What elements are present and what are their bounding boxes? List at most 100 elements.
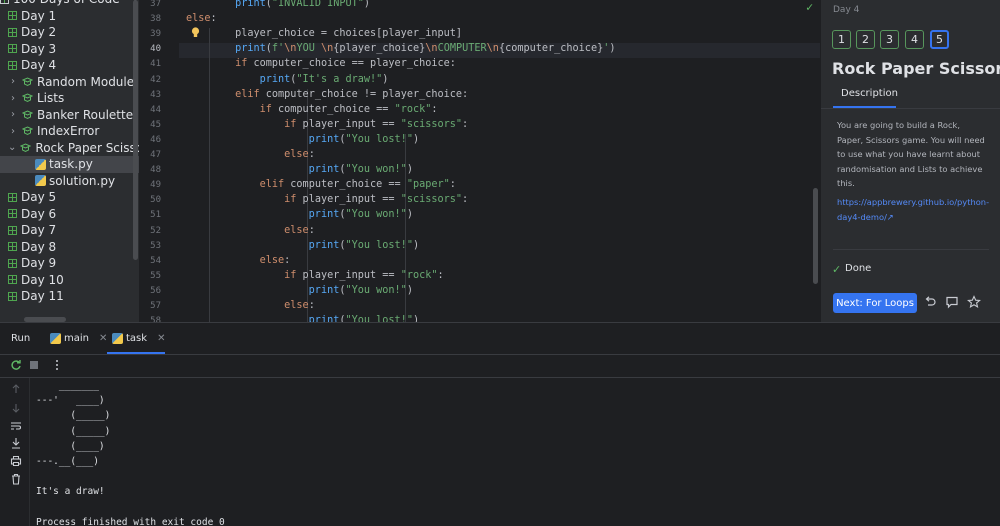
code-line[interactable]: else:	[186, 13, 217, 24]
scroll-to-end-icon[interactable]	[10, 437, 22, 449]
code-token: :	[284, 254, 291, 266]
tree-item[interactable]: › Lists	[0, 90, 139, 107]
code-line[interactable]: if player_input == "rock":	[186, 270, 444, 281]
chevron-right-icon[interactable]: ›	[8, 76, 18, 87]
tree-item[interactable]: Day 8	[0, 239, 139, 256]
code-line[interactable]: if player_input == "scissors":	[186, 194, 468, 205]
code-token: YOU	[296, 43, 321, 55]
tree-item[interactable]: Day 1	[0, 8, 139, 25]
trash-icon[interactable]	[10, 473, 22, 485]
step-4-button[interactable]: 4	[905, 30, 924, 49]
tree-item[interactable]: ⌄ Rock Paper Scissors	[0, 140, 139, 157]
code-token: "You won!"	[345, 164, 407, 176]
code-token: )	[412, 315, 420, 322]
tree-scrollbar[interactable]	[133, 0, 138, 260]
code-line[interactable]: player_choice = choices[player_input]	[186, 28, 462, 39]
close-icon[interactable]: ✕	[157, 333, 165, 344]
next-task-button[interactable]: Next: For Loops	[833, 293, 917, 313]
code-line[interactable]: print("You lost!")	[186, 134, 419, 145]
close-icon[interactable]: ✕	[99, 333, 107, 344]
chevron-right-icon[interactable]: ›	[8, 109, 18, 120]
code-line[interactable]: print("It's a draw!")	[186, 74, 389, 85]
code-token: )	[406, 164, 413, 176]
code-token: "You won!"	[345, 284, 407, 296]
code-token: computer_choice ==	[284, 179, 407, 191]
python-file-icon	[35, 175, 46, 187]
code-editor[interactable]: ✓ 37 print("INVALID INPUT") 38 else: 39 pla…	[139, 0, 820, 322]
chevron-right-icon[interactable]: ›	[8, 126, 18, 137]
stop-icon[interactable]	[28, 359, 40, 371]
tree-item[interactable]: solution.py	[0, 173, 139, 190]
step-3-button[interactable]: 3	[880, 30, 899, 49]
code-token: :	[308, 224, 315, 236]
run-tab-task[interactable]: task ✕	[112, 333, 165, 344]
tree-item[interactable]: Day 4	[0, 57, 139, 74]
soft-wrap-icon[interactable]	[10, 420, 22, 432]
print-icon[interactable]	[10, 455, 22, 467]
tree-item[interactable]: Day 5	[0, 189, 139, 206]
tree-item[interactable]: Day 7	[0, 222, 139, 239]
code-line[interactable]: else:	[186, 149, 315, 160]
tree-root[interactable]: 100 Days of Code - The Comp	[0, 0, 139, 8]
code-line[interactable]: print("You won!")	[186, 285, 413, 296]
code-line[interactable]: print("You won!")	[186, 164, 413, 175]
editor-scrollbar[interactable]	[813, 188, 818, 284]
code-line[interactable]: print(f'\nYOU \n{player_choice}\nCOMPUTE…	[186, 43, 616, 55]
tree-item[interactable]: › IndexError	[0, 123, 139, 140]
code-token: if	[284, 118, 297, 130]
scroll-down-icon[interactable]	[10, 402, 22, 414]
code-line[interactable]: print("You lost!")	[186, 240, 419, 251]
tree-item[interactable]: › Random Module	[0, 74, 139, 91]
tree-item[interactable]: Day 6	[0, 206, 139, 223]
code-token: \n	[284, 43, 297, 55]
tree-item[interactable]: › Banker Roulette	[0, 107, 139, 124]
code-line[interactable]: else:	[186, 225, 315, 236]
code-token: )	[412, 239, 420, 251]
code-line[interactable]: print("You won!")	[186, 209, 413, 220]
tree-item-label: Rock Paper Scissors	[35, 140, 139, 155]
chevron-right-icon[interactable]: ›	[8, 93, 18, 104]
code-token: player_input ==	[296, 118, 401, 130]
code-line[interactable]: print("INVALID INPUT")	[186, 0, 370, 9]
code-token: "You lost!"	[345, 239, 413, 251]
tree-item-label: IndexError	[37, 124, 100, 139]
rerun-icon[interactable]	[10, 359, 22, 371]
tree-item[interactable]: Day 11	[0, 288, 139, 305]
tree-item[interactable]: Day 9	[0, 255, 139, 272]
demo-link[interactable]: https://appbrewery.github.io/python-day4…	[837, 195, 989, 224]
run-tab-main[interactable]: main ✕	[50, 333, 107, 344]
tab-description[interactable]: Description	[841, 88, 898, 99]
step-5-button[interactable]: 5	[930, 30, 949, 49]
tree-item[interactable]: Day 2	[0, 24, 139, 41]
step-2-button[interactable]: 2	[856, 30, 875, 49]
scroll-up-icon[interactable]	[10, 383, 22, 395]
code-line[interactable]: elif computer_choice != player_choice:	[186, 89, 468, 100]
code-token: )	[609, 43, 616, 55]
tree-item[interactable]: Day 10	[0, 272, 139, 289]
chevron-down-icon[interactable]: ⌄	[8, 142, 16, 153]
code-token: else	[186, 13, 211, 25]
code-line[interactable]: else:	[186, 254, 291, 266]
comment-icon[interactable]	[945, 295, 959, 309]
tree-item[interactable]: Day 3	[0, 41, 139, 58]
code-line[interactable]: if computer_choice == "rock":	[186, 104, 438, 115]
step-1-button[interactable]: 1	[832, 30, 851, 49]
inspection-ok-icon[interactable]: ✓	[806, 0, 813, 14]
code-token: {player_choice}	[333, 43, 426, 55]
more-options-icon[interactable]	[51, 359, 63, 371]
lesson-icon	[8, 192, 17, 202]
code-line[interactable]: print("You lost!")	[186, 315, 419, 322]
star-icon[interactable]	[967, 295, 981, 309]
code-line[interactable]: else:	[186, 300, 315, 311]
tree-item[interactable]: task.py	[0, 156, 139, 173]
reset-icon[interactable]	[923, 295, 937, 309]
line-number: 47	[150, 150, 161, 160]
tree-item-label: Day 4	[21, 58, 57, 73]
project-tree: 100 Days of Code - The CompDay 1Day 2Day…	[0, 0, 139, 322]
tree-item-label: Banker Roulette	[37, 107, 134, 122]
code-line[interactable]: if player_input == "scissors":	[186, 119, 468, 130]
code-line[interactable]: if computer_choice == player_choice:	[186, 58, 456, 69]
code-line[interactable]: elif computer_choice == "paper":	[186, 179, 456, 190]
